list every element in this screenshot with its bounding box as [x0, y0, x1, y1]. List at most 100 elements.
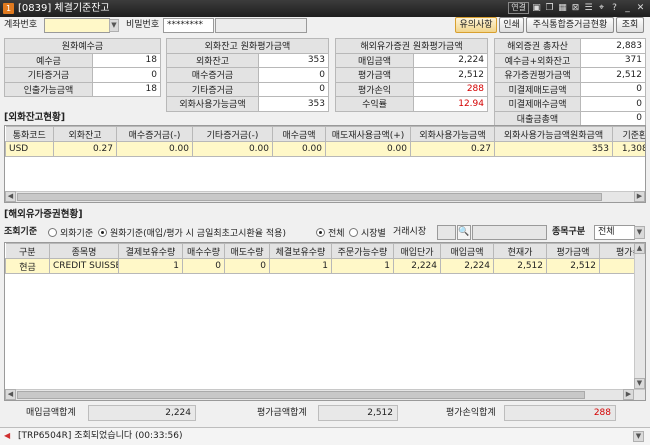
col-buy-margin[interactable]: 매수증거금(-) — [116, 126, 193, 142]
exchange-code-input[interactable] — [437, 225, 456, 240]
radio-krw-basis[interactable]: 원화기준(매입/평가 시 금일최초고시환율 적용) — [98, 226, 286, 239]
pl-total-value: 288 — [504, 405, 616, 421]
password-input[interactable]: ******** — [163, 18, 214, 33]
securities-hscrollbar[interactable]: ◀ ▶ — [5, 389, 645, 400]
close-icon[interactable]: ✕ — [635, 2, 646, 14]
col-settled-qty[interactable]: 결제보유수량 — [118, 243, 183, 259]
col-current-price[interactable]: 현재가 — [493, 243, 547, 259]
scroll-left-icon[interactable]: ◀ — [5, 389, 16, 400]
item-type-dropdown-icon[interactable]: ▼ — [634, 226, 645, 239]
col-buy-qty[interactable]: 매수수량 — [182, 243, 225, 259]
col-fx-balance[interactable]: 외화잔고 — [53, 126, 117, 142]
query-button[interactable]: 조회 — [616, 17, 644, 33]
table-row[interactable]: USD 0.27 0.00 0.00 0.00 0.00 0.27 353 1,… — [5, 141, 645, 157]
cell-buy-margin: 0.00 — [116, 141, 193, 157]
unsettled-sell-label: 미결제매도금액 — [494, 81, 581, 97]
col-buy-amount[interactable]: 매수금액 — [272, 126, 326, 142]
purchase-total-label: 매입금액합계 — [26, 408, 76, 418]
krw-deposit-grid: 원화예수금 예수금 18 기타증거금 0 인출가능금액 18 — [4, 38, 161, 97]
col-fx-available[interactable]: 외화사용가능금액 — [410, 126, 495, 142]
col-orderable-qty[interactable]: 주문가능수량 — [331, 243, 394, 259]
margin-status-button[interactable]: 주식통합증거금현황 — [526, 17, 614, 33]
securities-table-panel: 구분 종목명 결제보유수량 매수수량 매도수량 체결보유수량 주문가능수량 매입… — [4, 242, 646, 401]
col-sell-qty[interactable]: 매도수량 — [224, 243, 270, 259]
fx-table-hscrollbar[interactable]: ◀ ▶ — [5, 191, 645, 202]
minimize-icon[interactable]: _ — [622, 2, 633, 14]
account-dropdown-icon[interactable]: ▼ — [109, 19, 119, 32]
cell-purchase-amount: 2,224 — [440, 258, 494, 274]
col-currency[interactable]: 통화코드 — [5, 126, 54, 142]
radio-foreign-icon[interactable] — [48, 228, 57, 237]
grid-icon[interactable]: ▦ — [557, 2, 568, 14]
securities-scroll-thumb[interactable] — [17, 391, 585, 399]
col-avg-price[interactable]: 매입단가 — [393, 243, 441, 259]
buy-margin-value: 0 — [258, 67, 329, 83]
speaker-icon[interactable]: ◀ — [4, 431, 14, 441]
fx-table-scroll-thumb[interactable] — [17, 193, 602, 201]
table-row[interactable]: 현금 CREDIT SUISSE 1 0 0 1 1 2,224 2,224 2… — [5, 258, 645, 274]
cell-settled-qty: 1 — [118, 258, 183, 274]
item-type-select[interactable]: 전체 — [594, 225, 635, 240]
col-other-margin[interactable]: 기타증거금(-) — [192, 126, 273, 142]
col-item-name[interactable]: 종목명 — [49, 243, 119, 259]
copy-icon[interactable]: ❐ — [544, 2, 555, 14]
scroll-down-icon[interactable]: ▼ — [634, 378, 645, 389]
overseas-eval-title: 해외유가증권 원화평가금액 — [335, 38, 488, 54]
radio-krw-icon[interactable] — [98, 228, 107, 237]
window-number-badge: 1 — [3, 3, 14, 14]
eval-pl-value: 288 — [413, 81, 488, 97]
radio-foreign-label: 외화기준 — [60, 229, 94, 239]
item-type-label: 종목구분 — [552, 227, 586, 237]
cell-base-rate: 1,308.60 — [612, 141, 645, 157]
cell-fx-available: 0.27 — [410, 141, 495, 157]
cell-buy-amount: 0.00 — [272, 141, 326, 157]
lock-icon[interactable]: ▣ — [531, 2, 542, 14]
fx-balance-label: 외화잔고 — [166, 52, 259, 68]
radio-all[interactable]: 전체 — [316, 226, 345, 239]
return-rate-value: 12.94 — [413, 96, 488, 112]
scroll-right-icon[interactable]: ▶ — [623, 389, 634, 400]
cell-type: 현금 — [5, 258, 50, 274]
securities-table-header: 구분 종목명 결제보유수량 매수수량 매도수량 체결보유수량 주문가능수량 매입… — [5, 243, 645, 259]
caution-button[interactable]: 유의사항 — [455, 17, 497, 33]
fx-available-label: 외화사용가능금액 — [166, 96, 259, 112]
deposit-value: 18 — [92, 52, 161, 68]
scroll-up-icon[interactable]: ▲ — [634, 243, 645, 254]
withdrawable-value: 18 — [92, 81, 161, 97]
account-name-display — [215, 18, 307, 33]
cell-fx-balance: 0.27 — [53, 141, 117, 157]
window-title: [0839] 체결기준잔고 — [18, 3, 110, 14]
radio-market-icon[interactable] — [349, 228, 358, 237]
cell-sell-qty: 0 — [224, 258, 270, 274]
fx-balance-table-panel: 통화코드 외화잔고 매수증거금(-) 기타증거금(-) 매수금액 매도재사용금액… — [4, 125, 646, 203]
col-type[interactable]: 구분 — [5, 243, 50, 259]
total-assets-grid: 해외증권 총자산 2,883 예수금+외화잔고 371 유가증권평가금액 2,512 … — [494, 38, 646, 126]
col-purchase-amount[interactable]: 매입금액 — [440, 243, 494, 259]
link-button[interactable]: 연결 — [508, 2, 529, 14]
pin-icon[interactable]: ⌖ — [596, 2, 607, 14]
radio-market-label: 시장별 — [361, 229, 386, 239]
help-icon[interactable]: ? — [609, 2, 620, 14]
scroll-left-icon[interactable]: ◀ — [5, 191, 16, 202]
radio-all-icon[interactable] — [316, 228, 325, 237]
cell-current-price: 2,512 — [493, 258, 547, 274]
status-dropdown-icon[interactable]: ▼ — [633, 431, 644, 442]
account-input[interactable] — [44, 18, 110, 33]
radio-by-market[interactable]: 시장별 — [349, 226, 386, 239]
print-button[interactable]: 인쇄 — [499, 17, 524, 33]
fx-balance-table: 통화코드 외화잔고 매수증거금(-) 기타증거금(-) 매수금액 매도재사용금액… — [5, 126, 645, 157]
col-fx-available-krw[interactable]: 외화사용가능금액원화금액 — [494, 126, 613, 142]
close-box-icon[interactable]: ⊠ — [570, 2, 581, 14]
securities-vscrollbar[interactable]: ▲ ▼ — [634, 243, 645, 389]
loan-total-value: 0 — [580, 110, 646, 126]
scroll-right-icon[interactable]: ▶ — [634, 191, 645, 202]
unsettled-buy-value: 0 — [580, 96, 646, 112]
col-base-rate[interactable]: 기준환율 — [612, 126, 645, 142]
col-sell-reuse[interactable]: 매도재사용금액(+) — [325, 126, 411, 142]
cell-buy-qty: 0 — [182, 258, 225, 274]
col-eval-amount[interactable]: 평가금액 — [546, 243, 600, 259]
search-icon[interactable]: 🔍 — [457, 225, 471, 240]
col-executed-qty[interactable]: 체결보유수량 — [269, 243, 332, 259]
radio-foreign-basis[interactable]: 외화기준 — [48, 226, 93, 239]
list-icon[interactable]: ☰ — [583, 2, 594, 14]
